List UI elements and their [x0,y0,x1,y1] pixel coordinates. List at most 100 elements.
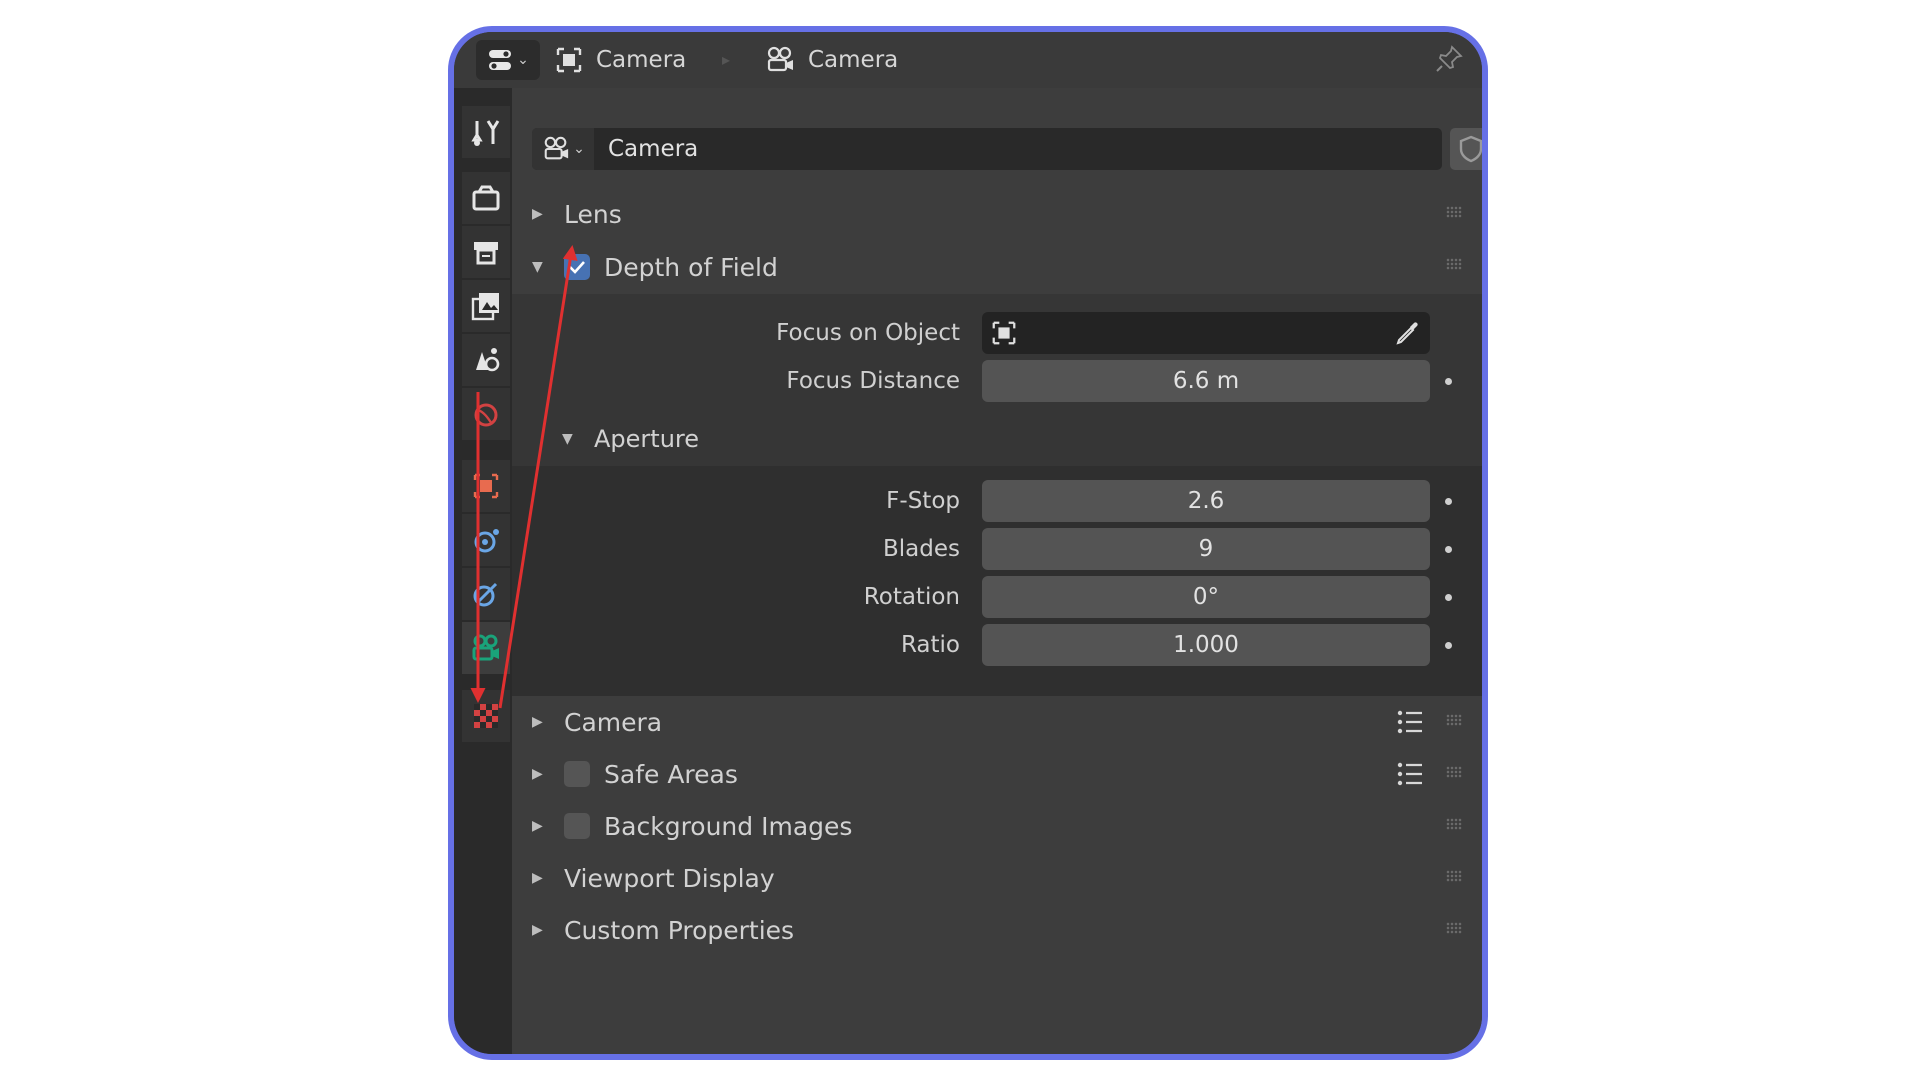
texture-checker-icon [474,704,498,728]
editor-type-menu[interactable]: ⌄ [476,40,540,80]
drag-grip-icon[interactable] [1446,818,1462,830]
blades-row: Blades 9 [512,528,1482,572]
expand-arrow-icon: ▶ [532,922,543,938]
panel-background-images-label: Background Images [604,811,853,841]
camera-data-icon [544,136,569,160]
datablock-name[interactable]: Camera [594,136,698,162]
chevron-down-icon: ⌄ [573,141,585,157]
panel-viewport-display-header[interactable]: ▶ Viewport Display [512,852,1482,904]
tab-view-layer[interactable] [462,280,510,332]
tab-output[interactable] [462,226,510,278]
tab-scene[interactable] [462,334,510,386]
panel-lens-label: Lens [564,199,622,229]
shield-icon [1459,135,1482,163]
constraints-icon [473,582,498,607]
subpanel-aperture-header[interactable]: ▼ Aperture [512,412,1482,466]
blades-label: Blades [883,536,960,562]
expand-arrow-icon: ▶ [532,714,543,730]
properties-editor-frame: ⌄ Camera ▸ Camera ⌄ Camera ▶ Lens ▼ Dept… [448,26,1488,1060]
panel-background-images-header[interactable]: ▶ Background Images [512,800,1482,852]
pin-icon[interactable] [1434,44,1464,74]
animate-property-icon[interactable] [1445,642,1452,649]
expand-arrow-icon: ▶ [532,870,543,886]
eyedropper-icon[interactable] [1394,319,1422,347]
tab-tool[interactable] [462,106,510,158]
expand-arrow-icon: ▶ [532,766,543,782]
dof-enable-checkbox[interactable] [564,254,590,280]
drag-grip-icon[interactable] [1446,870,1462,882]
presets-list-icon[interactable] [1396,760,1424,788]
presets-list-icon[interactable] [1396,708,1424,736]
rotation-label: Rotation [863,584,960,610]
expand-arrow-icon: ▶ [532,206,543,222]
drag-grip-icon[interactable] [1446,258,1462,270]
panel-viewport-display-label: Viewport Display [564,863,775,893]
checkmark-icon [569,261,585,274]
properties-tab-column [454,88,512,1054]
camera-data-icon [767,46,793,72]
fstop-row: F-Stop 2.6 [512,480,1482,524]
panel-lens-header[interactable]: ▶ Lens [512,188,1482,240]
aperture-panel-body: F-Stop 2.6 Blades 9 Rotation 0° Ratio 1.… [512,466,1482,696]
blades-field[interactable]: 9 [982,528,1430,570]
animate-property-icon[interactable] [1445,378,1452,385]
fake-user-button[interactable] [1450,128,1482,170]
animate-property-icon[interactable] [1445,546,1452,553]
physics-icon [474,529,499,553]
drag-grip-icon[interactable] [1446,922,1462,934]
drag-grip-icon[interactable] [1446,766,1462,778]
panel-custom-properties-header[interactable]: ▶ Custom Properties [512,904,1482,956]
collapse-arrow-icon: ▼ [532,259,543,275]
panel-safe-areas-label: Safe Areas [604,759,738,789]
focus-object-row: Focus on Object [512,312,1482,356]
rotation-field[interactable]: 0° [982,576,1430,618]
fstop-label: F-Stop [886,488,960,514]
datablock-type-menu[interactable]: ⌄ [532,128,594,170]
panel-camera-label: Camera [564,707,663,737]
ratio-row: Ratio 1.000 [512,624,1482,668]
object-properties-icon [473,473,499,499]
properties-header: ⌄ Camera ▸ Camera [454,32,1482,88]
world-icon [474,403,498,427]
panel-camera-header[interactable]: ▶ Camera [512,696,1482,748]
ratio-label: Ratio [900,632,960,658]
tab-texture[interactable] [462,690,510,742]
breadcrumb-object-label: Camera [596,47,687,73]
animate-property-icon[interactable] [1445,498,1452,505]
focus-object-field[interactable] [982,312,1430,354]
breadcrumb-camera-label: Camera [808,47,899,73]
collapse-arrow-icon: ▼ [562,431,573,447]
drag-grip-icon[interactable] [1446,714,1462,726]
focus-distance-field[interactable]: 6.6 m [982,360,1430,402]
fstop-field[interactable]: 2.6 [982,480,1430,522]
render-icon [472,185,500,211]
view-layer-icon [471,293,499,321]
scene-icon [476,348,500,372]
focus-distance-row: Focus Distance 6.6 m [512,360,1482,404]
camera-data-tab-icon [472,634,499,661]
safe-areas-checkbox[interactable] [564,761,590,787]
dof-panel-body: Focus on Object Focus Distance 6.6 m [512,294,1482,412]
object-icon [992,321,1016,345]
panel-dof-header[interactable]: ▼ Depth of Field [512,240,1482,294]
animate-property-icon[interactable] [1445,594,1452,601]
panel-safe-areas-header[interactable]: ▶ Safe Areas [512,748,1482,800]
focus-object-label: Focus on Object [776,320,960,346]
tab-render[interactable] [462,172,510,224]
drag-grip-icon[interactable] [1446,206,1462,218]
panel-dof-label: Depth of Field [604,252,778,282]
output-icon [474,242,498,265]
properties-editor-icon [489,50,512,70]
tab-object[interactable] [462,460,510,512]
focus-distance-label: Focus Distance [786,368,960,394]
breadcrumb-camera-data: Camera [764,32,898,88]
camera-datablock-selector[interactable]: ⌄ Camera [532,128,1442,170]
rotation-row: Rotation 0° [512,576,1482,620]
breadcrumb-object: Camera [554,32,686,88]
tab-camera-data[interactable] [462,622,510,674]
ratio-field[interactable]: 1.000 [982,624,1430,666]
tab-constraints[interactable] [462,568,510,620]
tab-world[interactable] [462,388,510,440]
background-images-checkbox[interactable] [564,813,590,839]
tab-physics[interactable] [462,514,510,566]
